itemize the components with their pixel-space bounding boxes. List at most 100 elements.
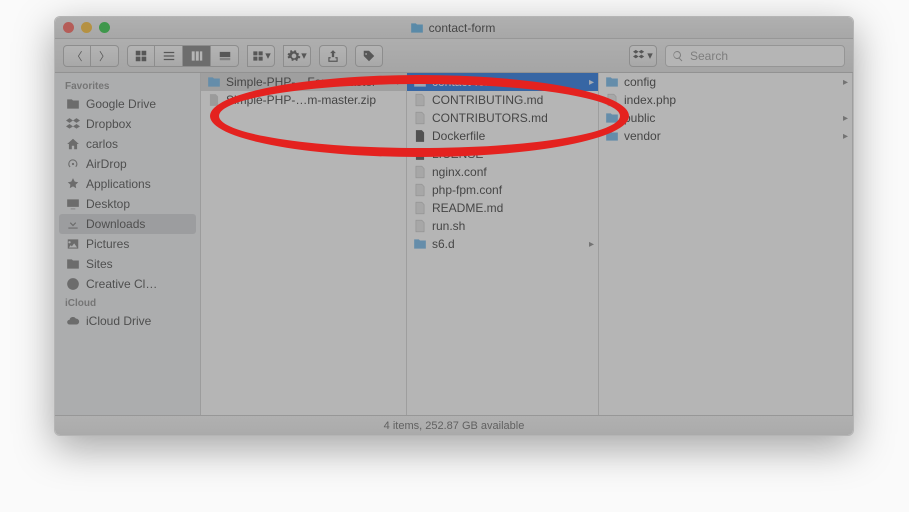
file-row[interactable]: vendor▸: [599, 127, 852, 145]
coverflow-icon: [218, 49, 232, 63]
file-name: vendor: [624, 129, 661, 143]
chevron-right-icon: ▸: [589, 239, 594, 250]
view-list-button[interactable]: [155, 45, 183, 67]
file-row[interactable]: Simple-PHP-…Form-master ▸: [201, 73, 406, 91]
sidebar-item-label: Downloads: [86, 217, 145, 231]
close-window-button[interactable]: [63, 22, 74, 33]
sidebar-item-label: Desktop: [86, 197, 130, 211]
file-name: CONTRIBUTORS.md: [432, 111, 548, 125]
file-icon: [605, 93, 619, 107]
chevron-right-icon: ▸: [843, 77, 848, 88]
home-icon: [65, 137, 80, 151]
sidebar-item-label: Creative Cl…: [86, 277, 157, 291]
minimize-window-button[interactable]: [81, 22, 92, 33]
tags-button[interactable]: [355, 45, 383, 67]
desktop-icon: [65, 197, 80, 211]
file-row[interactable]: LICENSE: [407, 145, 598, 163]
file-row[interactable]: public▸: [599, 109, 852, 127]
file-row[interactable]: run.sh: [407, 217, 598, 235]
folder-icon: [413, 237, 427, 251]
sidebar-item-downloads[interactable]: Downloads: [59, 214, 196, 234]
file-icon: [413, 219, 427, 233]
dropbox-button[interactable]: ▾: [629, 45, 657, 67]
sidebar-item-airdrop[interactable]: AirDrop: [55, 154, 200, 174]
file-row[interactable]: contact-form▸: [407, 73, 598, 91]
column-2[interactable]: contact-form▸ CONTRIBUTING.md CONTRIBUTORS…: [407, 73, 599, 415]
sidebar-item-desktop[interactable]: Desktop: [55, 194, 200, 214]
file-row[interactable]: php-fpm.conf: [407, 181, 598, 199]
pictures-icon: [65, 237, 80, 251]
status-text: 4 items, 252.87 GB available: [384, 420, 525, 432]
sidebar-section-header: iCloud: [55, 294, 200, 311]
file-name: index.php: [624, 93, 676, 107]
file-icon: [413, 165, 427, 179]
file-row[interactable]: config ▸: [599, 73, 852, 91]
titlebar: contact-form: [55, 17, 853, 39]
file-icon: [413, 201, 427, 215]
column-3[interactable]: config ▸ index.php public▸vendor▸: [599, 73, 853, 415]
view-icons-button[interactable]: [127, 45, 155, 67]
file-icon: [413, 147, 427, 161]
file-row[interactable]: CONTRIBUTING.md: [407, 91, 598, 109]
file-icon: [413, 93, 427, 107]
folder-icon: [605, 129, 619, 143]
share-button[interactable]: [319, 45, 347, 67]
file-name: config: [624, 75, 656, 89]
file-row[interactable]: nginx.conf: [407, 163, 598, 181]
sidebar: FavoritesGoogle DriveDropboxcarlosAirDro…: [55, 73, 201, 415]
file-name: LICENSE: [432, 147, 483, 161]
icloud-icon: [65, 314, 80, 328]
finder-window: contact-form 〈 〉 ▾: [54, 16, 854, 436]
sidebar-item-pictures[interactable]: Pictures: [55, 234, 200, 254]
folder-icon: [410, 21, 424, 35]
file-row[interactable]: README.md: [407, 199, 598, 217]
folder-icon: [605, 111, 619, 125]
sidebar-item-label: Pictures: [86, 237, 129, 251]
sidebar-item-label: iCloud Drive: [86, 314, 151, 328]
apps-icon: [65, 177, 80, 191]
sidebar-item-dropbox[interactable]: Dropbox: [55, 114, 200, 134]
sidebar-item-label: Sites: [86, 257, 113, 271]
search-icon: [672, 50, 684, 62]
gear-icon: [287, 49, 301, 63]
downloads-icon: [65, 217, 80, 231]
folder-icon: [413, 75, 427, 89]
file-name: CONTRIBUTING.md: [432, 93, 543, 107]
window-controls: [63, 22, 110, 33]
sidebar-item-creative-cl-[interactable]: Creative Cl…: [55, 274, 200, 294]
nav-buttons: 〈 〉: [63, 45, 119, 67]
action-button[interactable]: ▾: [283, 45, 311, 67]
file-row[interactable]: s6.d▸: [407, 235, 598, 253]
sidebar-item-applications[interactable]: Applications: [55, 174, 200, 194]
file-row[interactable]: index.php: [599, 91, 852, 109]
airdrop-icon: [65, 157, 80, 171]
view-coverflow-button[interactable]: [211, 45, 239, 67]
file-row[interactable]: CONTRIBUTORS.md: [407, 109, 598, 127]
folder-icon: [65, 257, 80, 271]
dropbox-icon: [65, 117, 80, 131]
sidebar-item-carlos[interactable]: carlos: [55, 134, 200, 154]
arrange-button[interactable]: ▾: [247, 45, 275, 67]
view-columns-button[interactable]: [183, 45, 211, 67]
sidebar-item-icloud-drive[interactable]: iCloud Drive: [55, 311, 200, 331]
sidebar-item-google-drive[interactable]: Google Drive: [55, 94, 200, 114]
back-button[interactable]: 〈: [63, 45, 91, 67]
file-name: Simple-PHP-…Form-master: [226, 75, 376, 89]
search-field[interactable]: Search: [665, 45, 845, 67]
toolbar: 〈 〉 ▾ ▾: [55, 39, 853, 73]
chevron-right-icon: ▸: [397, 77, 402, 88]
file-name: php-fpm.conf: [432, 183, 502, 197]
column-1[interactable]: Simple-PHP-…Form-master ▸ Simple-PHP-…m-ma…: [201, 73, 407, 415]
file-icon: [413, 183, 427, 197]
file-name: README.md: [432, 201, 503, 215]
file-name: Dockerfile: [432, 129, 485, 143]
arrange-group: ▾: [247, 45, 275, 67]
file-name: public: [624, 111, 655, 125]
forward-button[interactable]: 〉: [91, 45, 119, 67]
file-row[interactable]: Simple-PHP-…m-master.zip: [201, 91, 406, 109]
search-placeholder: Search: [690, 49, 728, 63]
sidebar-item-sites[interactable]: Sites: [55, 254, 200, 274]
status-bar: 4 items, 252.87 GB available: [55, 415, 853, 435]
file-row[interactable]: Dockerfile: [407, 127, 598, 145]
maximize-window-button[interactable]: [99, 22, 110, 33]
